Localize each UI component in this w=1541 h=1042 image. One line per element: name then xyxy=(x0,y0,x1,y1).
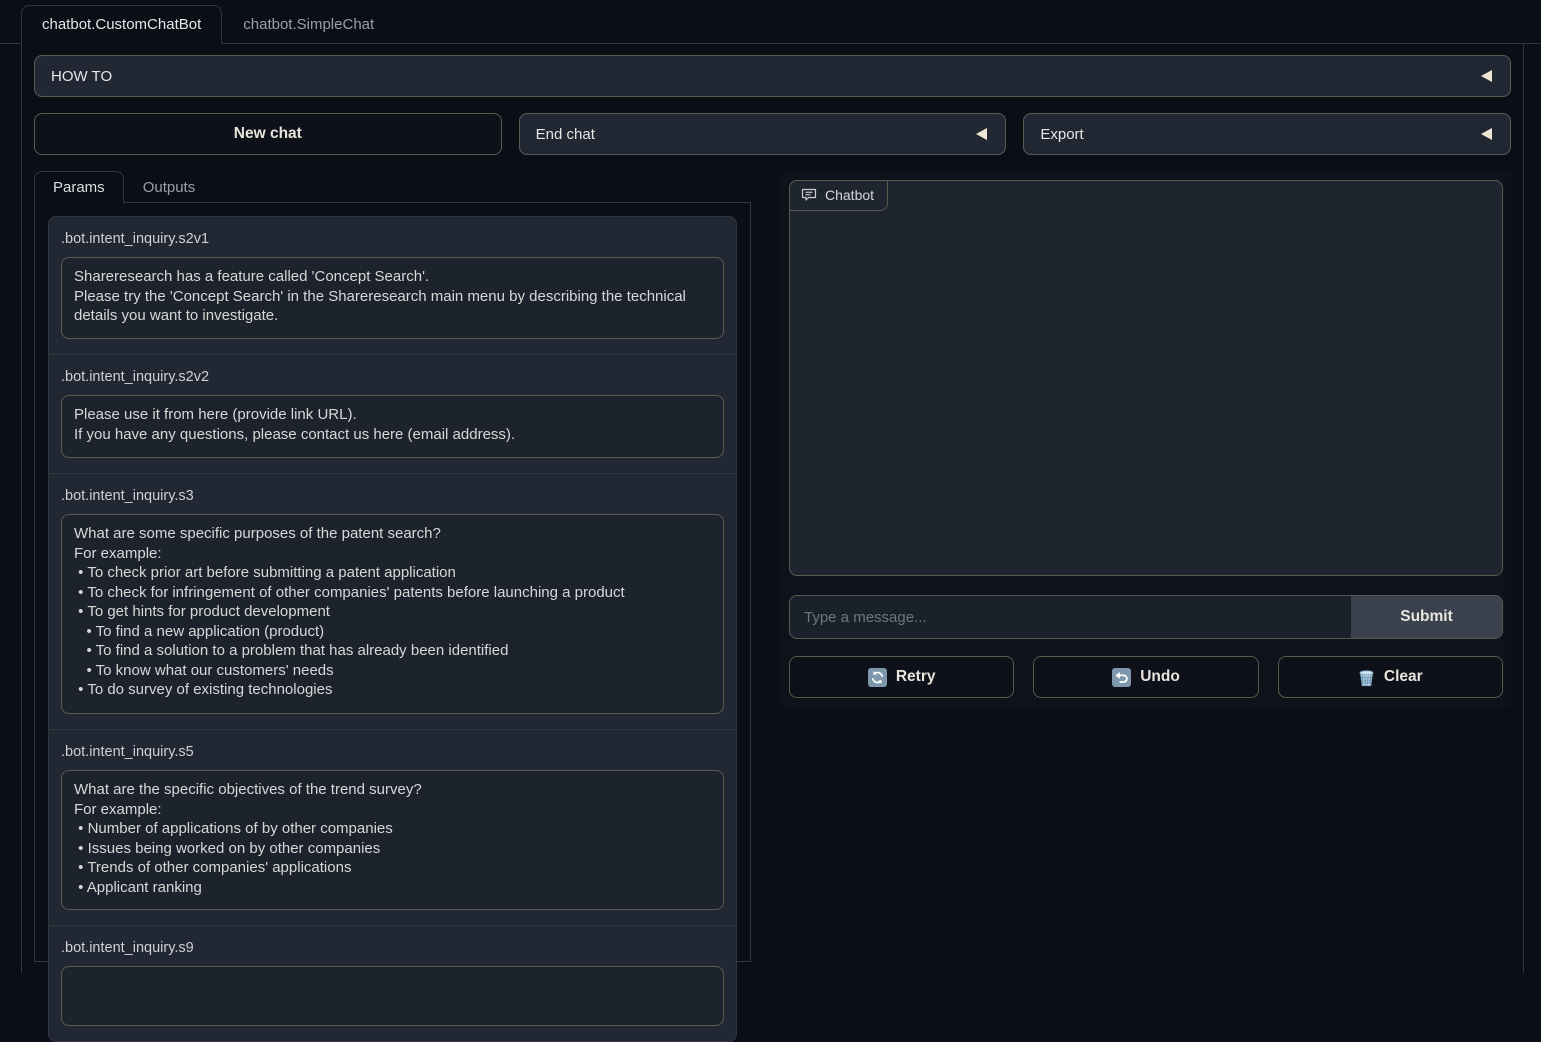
retry-label: Retry xyxy=(896,668,936,686)
param-textarea-s2v2[interactable]: Please use it from here (provide link UR… xyxy=(61,395,724,458)
tab-content: HOW TO New chat End chat Export Params O… xyxy=(21,44,1524,973)
trash-icon xyxy=(1358,668,1375,687)
collapse-arrow-icon xyxy=(976,128,987,140)
tab-params[interactable]: Params xyxy=(34,171,124,204)
param-textarea-s3[interactable]: What are some specific purposes of the p… xyxy=(61,514,724,714)
param-group: .bot.intent_inquiry.s2v2 Please use it f… xyxy=(49,355,736,474)
params-panel: .bot.intent_inquiry.s2v1 Shareresearch h… xyxy=(34,202,751,962)
actions-row: New chat End chat Export xyxy=(34,113,1511,155)
param-textarea-s2v1[interactable]: Shareresearch has a feature called 'Conc… xyxy=(61,257,724,339)
chat-column: Chatbot Submit xyxy=(781,171,1511,707)
params-column: Params Outputs .bot.intent_inquiry.s2v1 … xyxy=(34,171,751,962)
app-tabbar: chatbot.CustomChatBot chatbot.SimpleChat xyxy=(0,0,1541,44)
params-form: .bot.intent_inquiry.s2v1 Shareresearch h… xyxy=(48,216,737,1042)
param-label: .bot.intent_inquiry.s2v1 xyxy=(61,231,724,247)
params-tabbar: Params Outputs xyxy=(34,171,751,203)
retry-icon xyxy=(868,668,887,687)
param-group: .bot.intent_inquiry.s2v1 Shareresearch h… xyxy=(49,217,736,355)
submit-button[interactable]: Submit xyxy=(1351,596,1502,638)
chatbot-panel: Chatbot xyxy=(789,180,1503,576)
chatbot-panel-label: Chatbot xyxy=(825,187,874,203)
undo-icon xyxy=(1112,668,1131,687)
undo-button[interactable]: Undo xyxy=(1033,656,1258,698)
param-group: .bot.intent_inquiry.s3 What are some spe… xyxy=(49,474,736,730)
param-label: .bot.intent_inquiry.s2v2 xyxy=(61,369,724,385)
new-chat-button[interactable]: New chat xyxy=(34,113,502,155)
howto-accordion[interactable]: HOW TO xyxy=(34,55,1511,97)
tab-simple-chat[interactable]: chatbot.SimpleChat xyxy=(222,5,395,44)
clear-label: Clear xyxy=(1384,668,1423,686)
collapse-arrow-icon xyxy=(1481,128,1492,140)
chat-bubble-icon xyxy=(801,188,817,202)
message-input[interactable] xyxy=(790,596,1351,638)
tabbar-divider xyxy=(214,202,751,203)
howto-label: HOW TO xyxy=(51,68,112,85)
export-accordion[interactable]: Export xyxy=(1023,113,1511,155)
collapse-arrow-icon xyxy=(1481,70,1492,82)
tab-custom-chatbot[interactable]: chatbot.CustomChatBot xyxy=(21,5,222,44)
retry-button[interactable]: Retry xyxy=(789,656,1014,698)
export-label: Export xyxy=(1040,126,1083,143)
chatbot-panel-tag: Chatbot xyxy=(789,180,888,211)
param-group: .bot.intent_inquiry.s5 What are the spec… xyxy=(49,730,736,926)
param-group: .bot.intent_inquiry.s9 xyxy=(49,926,736,1041)
end-chat-label: End chat xyxy=(536,126,595,143)
param-label: .bot.intent_inquiry.s5 xyxy=(61,744,724,760)
main-row: Params Outputs .bot.intent_inquiry.s2v1 … xyxy=(34,171,1511,962)
param-textarea-s9[interactable] xyxy=(61,966,724,1026)
tab-outputs[interactable]: Outputs xyxy=(124,171,215,204)
message-input-row: Submit xyxy=(789,595,1503,639)
param-label: .bot.intent_inquiry.s3 xyxy=(61,488,724,504)
end-chat-accordion[interactable]: End chat xyxy=(519,113,1007,155)
param-textarea-s5[interactable]: What are the specific objectives of the … xyxy=(61,770,724,910)
clear-button[interactable]: Clear xyxy=(1278,656,1503,698)
param-label: .bot.intent_inquiry.s9 xyxy=(61,940,724,956)
undo-label: Undo xyxy=(1140,668,1180,686)
chat-actions-row: Retry Undo xyxy=(789,656,1503,707)
